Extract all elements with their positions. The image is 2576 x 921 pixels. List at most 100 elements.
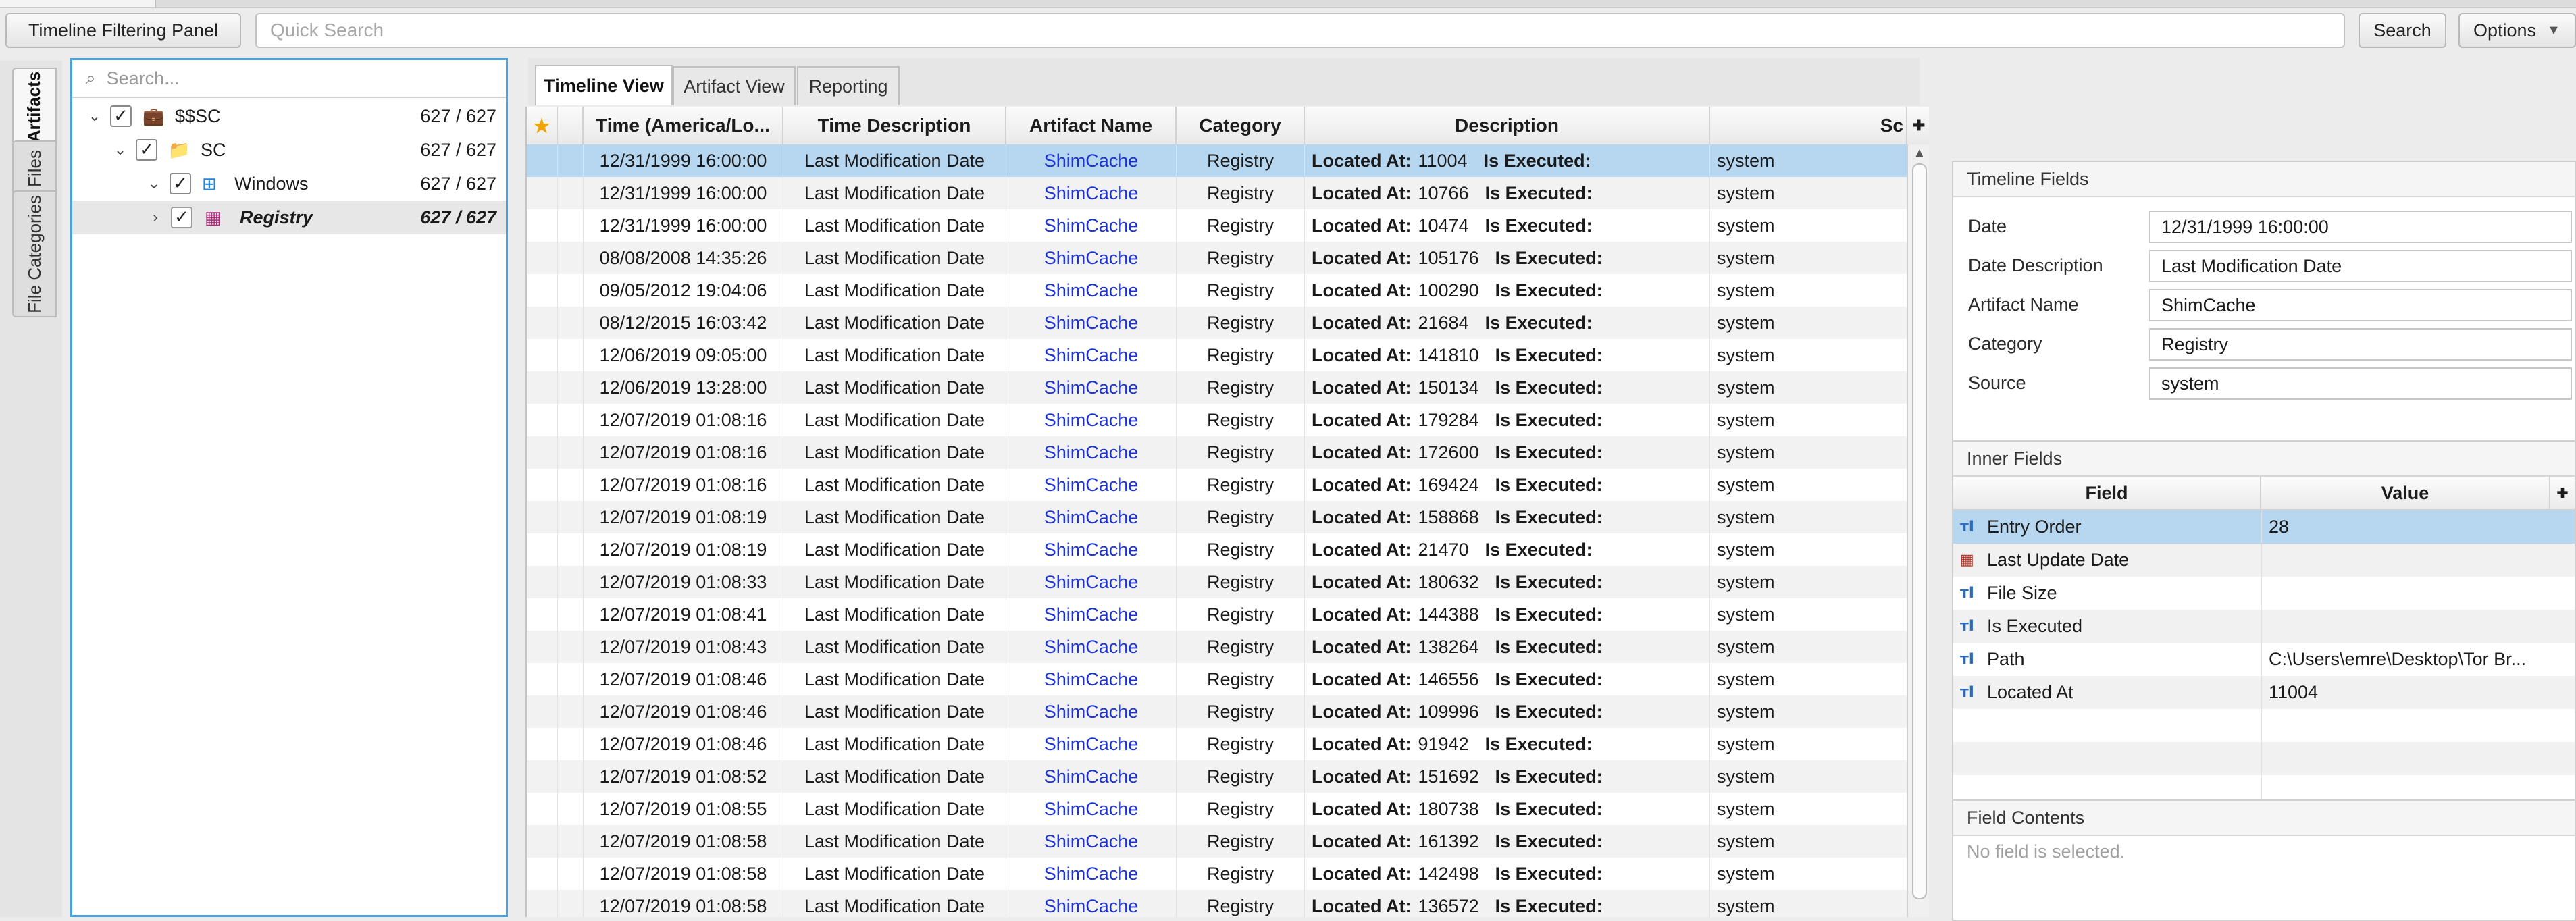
tree-item-sc[interactable]: ⌄ ✓ 📁 SC 627 / 627 bbox=[72, 133, 506, 167]
tab-file-categories[interactable]: File Categories bbox=[12, 190, 57, 317]
tree-checkbox[interactable]: ✓ bbox=[110, 105, 132, 127]
tab-timeline-view[interactable]: Timeline View bbox=[535, 65, 673, 105]
artifact-name-link[interactable]: ShimCache bbox=[1006, 890, 1177, 917]
table-row[interactable]: 12/07/2019 01:08:16 Last Modification Dat… bbox=[527, 469, 1907, 501]
bookmark-cell[interactable] bbox=[527, 890, 558, 917]
field-value-box[interactable]: 12/31/1999 16:00:00 bbox=[2149, 211, 2572, 243]
flag-cell[interactable] bbox=[558, 209, 584, 242]
flag-cell[interactable] bbox=[558, 404, 584, 436]
tree-checkbox[interactable]: ✓ bbox=[170, 173, 191, 194]
tree-item-sc-root[interactable]: ⌄ ✓ 💼 $$SC 627 / 627 bbox=[72, 99, 506, 133]
options-button[interactable]: Options ▼ bbox=[2458, 13, 2576, 48]
scroll-up-arrow-icon[interactable]: ▲ bbox=[1913, 146, 1926, 161]
table-row[interactable]: 12/07/2019 01:08:19 Last Modification Dat… bbox=[527, 533, 1907, 566]
bookmark-cell[interactable] bbox=[527, 371, 558, 404]
bookmark-cell[interactable] bbox=[527, 339, 558, 371]
table-row[interactable]: 12/07/2019 01:08:52 Last Modification Dat… bbox=[527, 760, 1907, 793]
column-header-description[interactable]: Description bbox=[1305, 107, 1710, 144]
artifact-name-link[interactable]: ShimCache bbox=[1006, 177, 1177, 209]
artifact-name-link[interactable]: ShimCache bbox=[1006, 404, 1177, 436]
artifact-name-link[interactable]: ShimCache bbox=[1006, 825, 1177, 858]
quick-search-input[interactable]: Quick Search bbox=[255, 13, 2345, 48]
chevron-down-icon[interactable]: ⌄ bbox=[144, 175, 164, 192]
bookmark-cell[interactable] bbox=[527, 274, 558, 307]
bookmark-cell[interactable] bbox=[527, 663, 558, 695]
flag-cell[interactable] bbox=[558, 728, 584, 760]
bookmark-cell[interactable] bbox=[527, 728, 558, 760]
table-vertical-scrollbar[interactable]: ▲ bbox=[1907, 144, 1929, 917]
artifact-name-link[interactable]: ShimCache bbox=[1006, 793, 1177, 825]
artifact-name-link[interactable]: ShimCache bbox=[1006, 144, 1177, 177]
artifact-name-link[interactable]: ShimCache bbox=[1006, 858, 1177, 890]
table-row[interactable]: 12/07/2019 01:08:46 Last Modification Dat… bbox=[527, 728, 1907, 760]
bookmark-cell[interactable] bbox=[527, 631, 558, 663]
flag-cell[interactable] bbox=[558, 436, 584, 469]
inner-field-row[interactable]: ᴛI Is Executed bbox=[1953, 610, 2575, 643]
chevron-down-icon[interactable]: ⌄ bbox=[110, 141, 130, 159]
column-header-field[interactable]: Field bbox=[1953, 477, 2261, 509]
table-row[interactable]: 12/07/2019 01:08:16 Last Modification Dat… bbox=[527, 404, 1907, 436]
flag-cell[interactable] bbox=[558, 566, 584, 598]
bookmark-cell[interactable] bbox=[527, 695, 558, 728]
tree-checkbox[interactable]: ✓ bbox=[136, 139, 157, 161]
table-row[interactable]: 08/12/2015 16:03:42 Last Modification Dat… bbox=[527, 307, 1907, 339]
flag-cell[interactable] bbox=[558, 663, 584, 695]
tree-search-input[interactable]: ⌕ Search... bbox=[72, 60, 506, 98]
table-row[interactable]: 12/07/2019 01:08:19 Last Modification Dat… bbox=[527, 501, 1907, 533]
flag-cell[interactable] bbox=[558, 177, 584, 209]
bookmark-cell[interactable] bbox=[527, 566, 558, 598]
flag-cell[interactable] bbox=[558, 501, 584, 533]
inner-field-row[interactable]: ▦ Last Update Date bbox=[1953, 544, 2575, 577]
field-value-box[interactable]: ShimCache bbox=[2149, 289, 2572, 321]
artifact-name-link[interactable]: ShimCache bbox=[1006, 598, 1177, 631]
tab-reporting[interactable]: Reporting bbox=[797, 66, 900, 105]
inner-field-row[interactable]: ᴛI Entry Order 28 bbox=[1953, 510, 2575, 544]
flag-cell[interactable] bbox=[558, 695, 584, 728]
column-menu-plus-icon[interactable]: ✚ bbox=[1907, 107, 1929, 144]
artifact-name-link[interactable]: ShimCache bbox=[1006, 566, 1177, 598]
artifact-name-link[interactable]: ShimCache bbox=[1006, 436, 1177, 469]
field-value-box[interactable]: system bbox=[2149, 367, 2572, 400]
window-tab-stub[interactable] bbox=[0, 0, 156, 7]
column-menu-plus-icon[interactable]: ✚ bbox=[2550, 477, 2575, 509]
flag-cell[interactable] bbox=[558, 307, 584, 339]
table-row[interactable]: 12/31/1999 16:00:00 Last Modification Dat… bbox=[527, 144, 1907, 177]
artifact-name-link[interactable]: ShimCache bbox=[1006, 307, 1177, 339]
column-header-source[interactable]: Sc bbox=[1710, 107, 1907, 144]
table-row[interactable]: 12/07/2019 01:08:58 Last Modification Dat… bbox=[527, 890, 1907, 917]
table-row[interactable]: 12/07/2019 01:08:43 Last Modification Dat… bbox=[527, 631, 1907, 663]
chevron-right-icon[interactable]: › bbox=[145, 209, 165, 226]
flag-cell[interactable] bbox=[558, 631, 584, 663]
table-row[interactable]: 12/31/1999 16:00:00 Last Modification Dat… bbox=[527, 177, 1907, 209]
artifact-name-link[interactable]: ShimCache bbox=[1006, 339, 1177, 371]
bookmark-star-icon[interactable]: ★ bbox=[527, 107, 558, 144]
flag-cell[interactable] bbox=[558, 144, 584, 177]
bookmark-cell[interactable] bbox=[527, 858, 558, 890]
bookmark-cell[interactable] bbox=[527, 242, 558, 274]
column-header-value[interactable]: Value bbox=[2261, 477, 2550, 509]
artifact-name-link[interactable]: ShimCache bbox=[1006, 469, 1177, 501]
table-row[interactable]: 12/07/2019 01:08:58 Last Modification Dat… bbox=[527, 825, 1907, 858]
artifact-name-link[interactable]: ShimCache bbox=[1006, 695, 1177, 728]
flag-cell[interactable] bbox=[558, 242, 584, 274]
tab-files[interactable]: Files bbox=[12, 140, 57, 196]
scrollbar-thumb[interactable] bbox=[1912, 163, 1927, 899]
bookmark-cell[interactable] bbox=[527, 144, 558, 177]
timeline-filtering-panel-button[interactable]: Timeline Filtering Panel bbox=[5, 13, 241, 48]
bookmark-cell[interactable] bbox=[527, 404, 558, 436]
artifact-name-link[interactable]: ShimCache bbox=[1006, 501, 1177, 533]
bookmark-cell[interactable] bbox=[527, 436, 558, 469]
flag-cell[interactable] bbox=[558, 793, 584, 825]
bookmark-cell[interactable] bbox=[527, 469, 558, 501]
inner-field-row[interactable]: ᴛI Path C:\Users\emre\Desktop\Tor Br... bbox=[1953, 643, 2575, 676]
artifact-name-link[interactable]: ShimCache bbox=[1006, 663, 1177, 695]
bookmark-cell[interactable] bbox=[527, 825, 558, 858]
table-row[interactable]: 12/07/2019 01:08:16 Last Modification Dat… bbox=[527, 436, 1907, 469]
table-row[interactable]: 09/05/2012 19:04:06 Last Modification Dat… bbox=[527, 274, 1907, 307]
bookmark-cell[interactable] bbox=[527, 209, 558, 242]
flag-cell[interactable] bbox=[558, 825, 584, 858]
artifact-name-link[interactable]: ShimCache bbox=[1006, 209, 1177, 242]
field-value-box[interactable]: Last Modification Date bbox=[2149, 250, 2572, 282]
bookmark-cell[interactable] bbox=[527, 760, 558, 793]
chevron-down-icon[interactable]: ⌄ bbox=[84, 107, 105, 125]
